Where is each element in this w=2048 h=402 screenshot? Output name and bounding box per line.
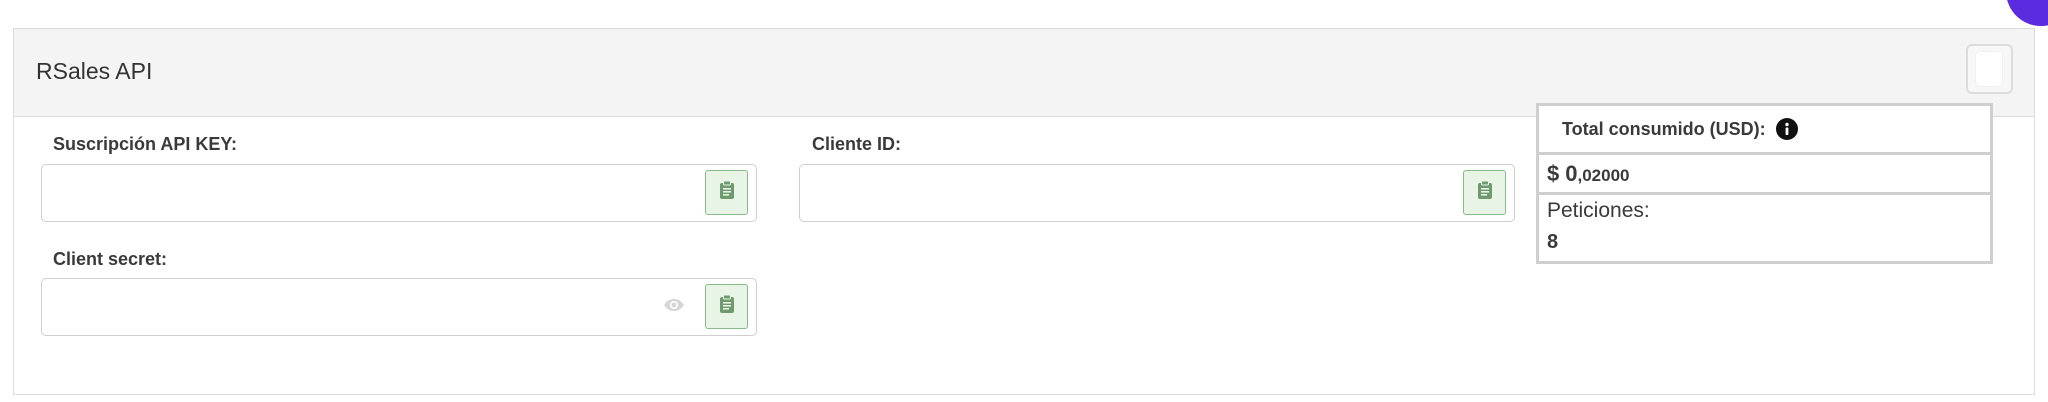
- info-icon[interactable]: [1775, 118, 1798, 140]
- client-secret-copy-button[interactable]: [705, 284, 748, 329]
- client-secret-input[interactable]: [42, 279, 756, 335]
- usage-stats-box: Total consumido (USD): $ 0 ,02000 Petici…: [1536, 103, 1993, 264]
- toggle-knob: [1976, 52, 2002, 86]
- clipboard-icon: [719, 294, 735, 319]
- amount-decimal: ,02000: [1577, 165, 1630, 185]
- clipboard-icon: [1477, 180, 1493, 205]
- api-key-label: Suscripción API KEY:: [53, 134, 238, 154]
- api-key-field: [41, 164, 757, 222]
- eye-icon: [663, 298, 685, 317]
- client-id-input[interactable]: [800, 165, 1514, 221]
- client-id-label: Cliente ID:: [812, 134, 902, 154]
- total-consumed-header: Total consumido (USD):: [1539, 106, 1990, 155]
- clipboard-icon: [719, 180, 735, 205]
- amount-integer: 0: [1565, 160, 1578, 186]
- client-secret-field: [41, 278, 757, 336]
- requests-label: Peticiones:: [1547, 199, 1650, 222]
- requests-section: Peticiones: 8: [1539, 195, 1990, 261]
- api-key-copy-button[interactable]: [705, 170, 748, 215]
- enable-toggle[interactable]: [1966, 44, 2013, 94]
- client-secret-label: Client secret:: [53, 249, 168, 269]
- api-key-input[interactable]: [42, 165, 756, 221]
- card-title: RSales API: [36, 58, 153, 84]
- show-secret-button[interactable]: [662, 296, 686, 318]
- total-consumed-label: Total consumido (USD):: [1562, 118, 1766, 139]
- requests-count: 8: [1547, 231, 1559, 253]
- client-id-field: [799, 164, 1515, 222]
- total-consumed-amount: $ 0 ,02000: [1539, 155, 1990, 195]
- client-id-copy-button[interactable]: [1463, 170, 1506, 215]
- currency-symbol: $: [1547, 160, 1560, 186]
- accent-blob: [2006, 0, 2048, 26]
